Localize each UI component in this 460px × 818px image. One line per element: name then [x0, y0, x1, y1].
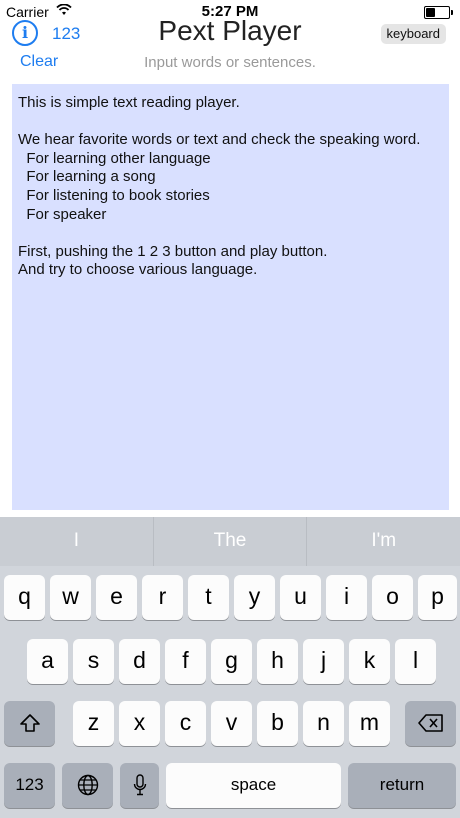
key-b[interactable]: b: [257, 701, 298, 746]
prediction-2[interactable]: The: [154, 517, 307, 566]
keyboard-button[interactable]: keyboard: [380, 24, 446, 44]
key-a[interactable]: a: [27, 639, 68, 684]
key-w[interactable]: w: [50, 575, 91, 620]
backspace-icon: [417, 714, 443, 732]
key-l[interactable]: l: [395, 639, 436, 684]
text-editor[interactable]: This is simple text reading player. We h…: [12, 84, 449, 510]
numbers-key[interactable]: 123: [4, 763, 55, 808]
key-d[interactable]: d: [119, 639, 160, 684]
key-v[interactable]: v: [211, 701, 252, 746]
key-r[interactable]: r: [142, 575, 183, 620]
shift-key[interactable]: [4, 701, 55, 746]
space-key[interactable]: space: [166, 763, 341, 808]
globe-icon: [77, 774, 98, 796]
microphone-icon: [133, 774, 146, 796]
key-u[interactable]: u: [280, 575, 321, 620]
key-y[interactable]: y: [234, 575, 275, 620]
prediction-1[interactable]: I: [0, 517, 153, 566]
key-k[interactable]: k: [349, 639, 390, 684]
key-n[interactable]: n: [303, 701, 344, 746]
prediction-bar: I The I'm: [0, 517, 460, 566]
key-m[interactable]: m: [349, 701, 390, 746]
dictation-key[interactable]: [120, 763, 159, 808]
return-key[interactable]: return: [348, 763, 456, 808]
key-c[interactable]: c: [165, 701, 206, 746]
key-e[interactable]: e: [96, 575, 137, 620]
key-f[interactable]: f: [165, 639, 206, 684]
key-i[interactable]: i: [326, 575, 367, 620]
key-g[interactable]: g: [211, 639, 252, 684]
key-p[interactable]: p: [418, 575, 457, 620]
shift-icon: [19, 714, 40, 732]
globe-key[interactable]: [62, 763, 113, 808]
key-z[interactable]: z: [73, 701, 114, 746]
key-s[interactable]: s: [73, 639, 114, 684]
backspace-key[interactable]: [405, 701, 456, 746]
key-x[interactable]: x: [119, 701, 160, 746]
key-q[interactable]: q: [4, 575, 45, 620]
key-t[interactable]: t: [188, 575, 229, 620]
input-hint: Input words or sentences.: [144, 54, 316, 71]
prediction-3[interactable]: I'm: [307, 517, 460, 566]
onscreen-keyboard: I The I'm q w e r t y u i o p a s d f g …: [0, 517, 460, 818]
key-h[interactable]: h: [257, 639, 298, 684]
key-o[interactable]: o: [372, 575, 413, 620]
key-j[interactable]: j: [303, 639, 344, 684]
